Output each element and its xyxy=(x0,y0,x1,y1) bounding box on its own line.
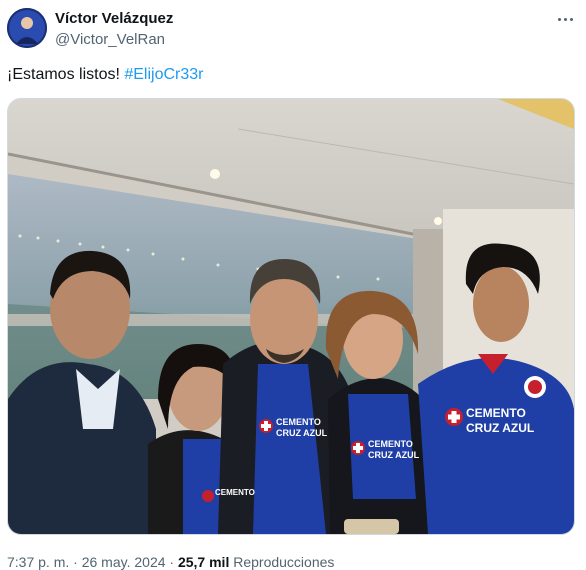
author-handle[interactable]: @Victor_VelRan xyxy=(55,31,165,48)
meta-separator: · xyxy=(69,554,82,570)
jersey-text-3: CEMENTO xyxy=(368,439,413,449)
jersey-text-1: CEMENTO xyxy=(276,417,321,427)
hashtag-link[interactable]: #ElijoCr33r xyxy=(124,66,203,83)
views-count: 25,7 mil xyxy=(177,554,230,570)
tweet-body: ¡Estamos listos! xyxy=(7,66,125,83)
tweet-time[interactable]: 7:37 p. m. xyxy=(7,554,69,570)
tweet-date[interactable]: 26 may. 2024 xyxy=(82,554,166,570)
more-options-icon[interactable] xyxy=(553,9,577,29)
jersey-text-7: CEMENTO xyxy=(215,488,255,497)
avatar-image xyxy=(7,8,47,48)
tweet-photo[interactable]: CEMENTO CRUZ AZUL CEMENTO CRUZ AZUL CEME… xyxy=(7,98,575,535)
jersey-text-4: CRUZ AZUL xyxy=(368,450,420,460)
jersey-text-2: CRUZ AZUL xyxy=(276,428,328,438)
views-label: Reproducciones xyxy=(229,554,335,570)
group-photo-image: CEMENTO CRUZ AZUL CEMENTO CRUZ AZUL CEME… xyxy=(8,99,574,534)
jersey-text-5: CEMENTO xyxy=(466,406,526,420)
author-avatar[interactable] xyxy=(7,8,47,48)
author-display-name[interactable]: Víctor Velázquez xyxy=(55,10,173,27)
jersey-text-6: CRUZ AZUL xyxy=(466,421,534,435)
meta-separator-2: · xyxy=(165,554,178,570)
tweet-text: ¡Estamos listos! #ElijoCr33r xyxy=(7,66,204,84)
tweet-metadata: 7:37 p. m. · 26 may. 2024 · 25,7 mil Rep… xyxy=(7,554,334,570)
